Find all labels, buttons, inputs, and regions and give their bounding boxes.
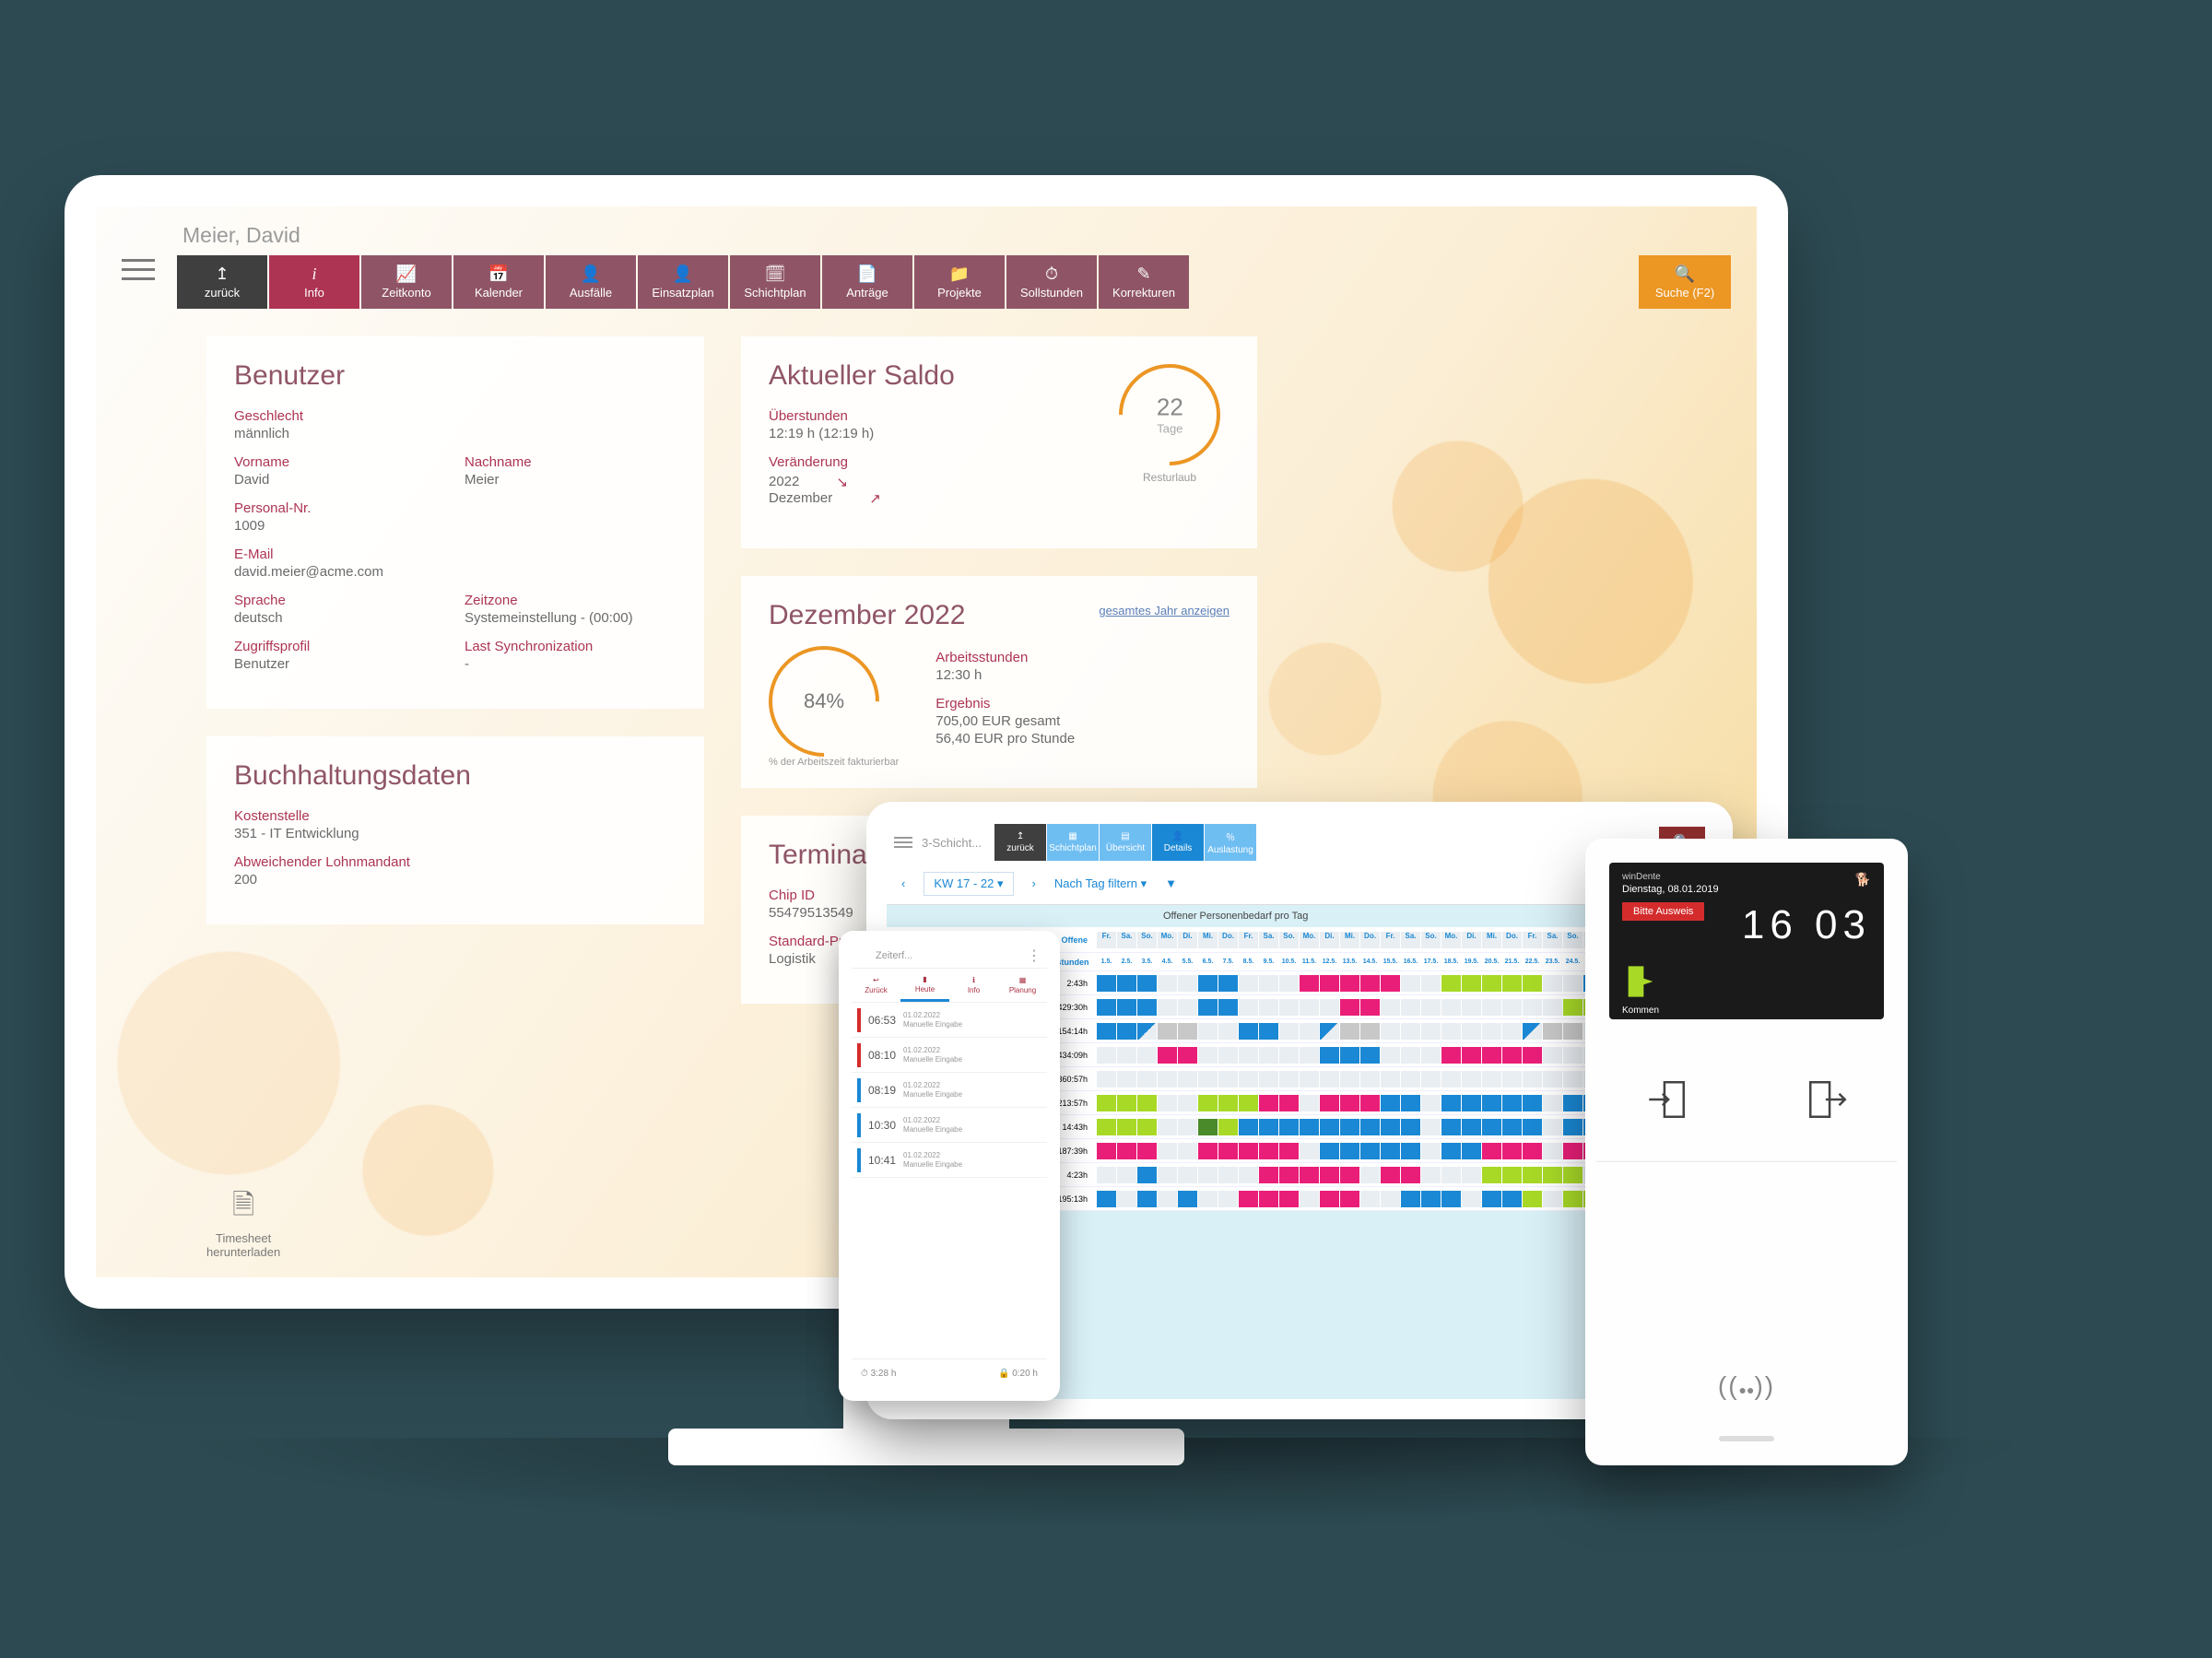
tablet-eval[interactable]: ％Auslastung <box>1205 824 1256 861</box>
requests-tab[interactable]: 📄Anträge <box>822 255 912 309</box>
door-icon <box>1622 963 1659 1003</box>
phone-tab[interactable]: ▮Heute <box>900 969 949 1002</box>
worked-time: ⏱ 3:28 h <box>861 1369 896 1379</box>
menu-icon[interactable] <box>122 253 155 286</box>
back-button[interactable]: ↥zurück <box>177 255 267 309</box>
dog-icon: 🐕 <box>1855 872 1871 888</box>
status-badge: Bitte Ausweis <box>1622 902 1704 921</box>
card-title: Benutzer <box>234 360 677 392</box>
tablet-overview[interactable]: ▤Übersicht <box>1100 824 1151 861</box>
phone: Zeiterf... ⋮ ↩Zurück▮HeuteℹInfo▦Planung … <box>839 931 1060 1401</box>
tablet-details[interactable]: 👤Details <box>1152 824 1204 861</box>
timeaccount-tab[interactable]: 📈Zeitkonto <box>361 255 452 309</box>
toolbar: ↥zurück iInfo 📈Zeitkonto 📅Kalender 👤Ausf… <box>177 255 1731 309</box>
time-entry[interactable]: 08:1901.02.2022Manuelle Eingabe <box>852 1073 1047 1108</box>
time-entry[interactable]: 06:5301.02.2022Manuelle Eingabe <box>852 1003 1047 1038</box>
topbar: Meier, David ↥zurück iInfo 📈Zeitkonto 📅K… <box>96 206 1757 309</box>
time-terminal: winDente Dienstag, 08.01.2019 🐕 Bitte Au… <box>1585 839 1908 1465</box>
phone-tab[interactable]: ℹInfo <box>949 969 998 1002</box>
user-card: Benutzer Geschlechtmännlich VornameDavid… <box>206 336 704 709</box>
time-entry[interactable]: 10:4101.02.2022Manuelle Eingabe <box>852 1143 1047 1178</box>
month-card: gesamtes Jahr anzeigen Dezember 2022 84%… <box>741 576 1257 788</box>
projects-tab[interactable]: 📁Projekte <box>914 255 1005 309</box>
saldo-card: Aktueller Saldo Überstunden12:19 h (12:1… <box>741 336 1257 548</box>
tablet-back[interactable]: ↥zurück <box>994 824 1046 861</box>
tablet-title: 3-Schicht... <box>922 836 982 850</box>
menu-icon[interactable] <box>894 837 912 848</box>
target-tab[interactable]: ⏱Sollstunden <box>1006 255 1097 309</box>
corrections-tab[interactable]: ✎Korrekturen <box>1099 255 1189 309</box>
deployment-tab[interactable]: 👤Einsatzplan <box>638 255 728 309</box>
info-tab[interactable]: iInfo <box>269 255 359 309</box>
vacation-gauge: 22Tage <box>1098 343 1241 487</box>
download-timesheet[interactable]: 🗎 Timesheet herunterladen <box>206 1184 280 1259</box>
time-entry[interactable]: 08:1001.02.2022Manuelle Eingabe <box>852 1038 1047 1073</box>
week-select[interactable]: KW 17 - 22 ▾ <box>924 872 1013 896</box>
nfc-icon: ●● <box>1718 1371 1775 1401</box>
phone-tab[interactable]: ↩Zurück <box>852 969 900 1002</box>
calendar-tab[interactable]: 📅Kalender <box>453 255 544 309</box>
tablet-shift[interactable]: ▦Schichtplan <box>1047 824 1099 861</box>
filter-icon[interactable]: ▼ <box>1165 876 1177 890</box>
shift-tab[interactable]: 🗓Schichtplan <box>730 255 820 309</box>
break-time: 🔒 0:20 h <box>998 1369 1038 1379</box>
page-title: Meier, David <box>182 223 1731 248</box>
document-icon: 🗎 <box>206 1184 280 1231</box>
more-icon[interactable]: ⋮ <box>1027 947 1041 965</box>
clock-out-button[interactable] <box>1805 1076 1851 1127</box>
phone-tab[interactable]: ▦Planung <box>998 969 1047 1002</box>
time-entry[interactable]: 10:3001.02.2022Manuelle Eingabe <box>852 1108 1047 1143</box>
accounting-card: Buchhaltungsdaten Kostenstelle351 - IT E… <box>206 736 704 924</box>
search-button[interactable]: 🔍Suche (F2) <box>1639 255 1731 309</box>
absences-tab[interactable]: 👤Ausfälle <box>546 255 636 309</box>
day-filter[interactable]: Nach Tag filtern ▾ <box>1054 876 1147 891</box>
clock-in-button[interactable] <box>1643 1076 1689 1127</box>
terminal-display: winDente Dienstag, 08.01.2019 🐕 Bitte Au… <box>1609 863 1884 1019</box>
